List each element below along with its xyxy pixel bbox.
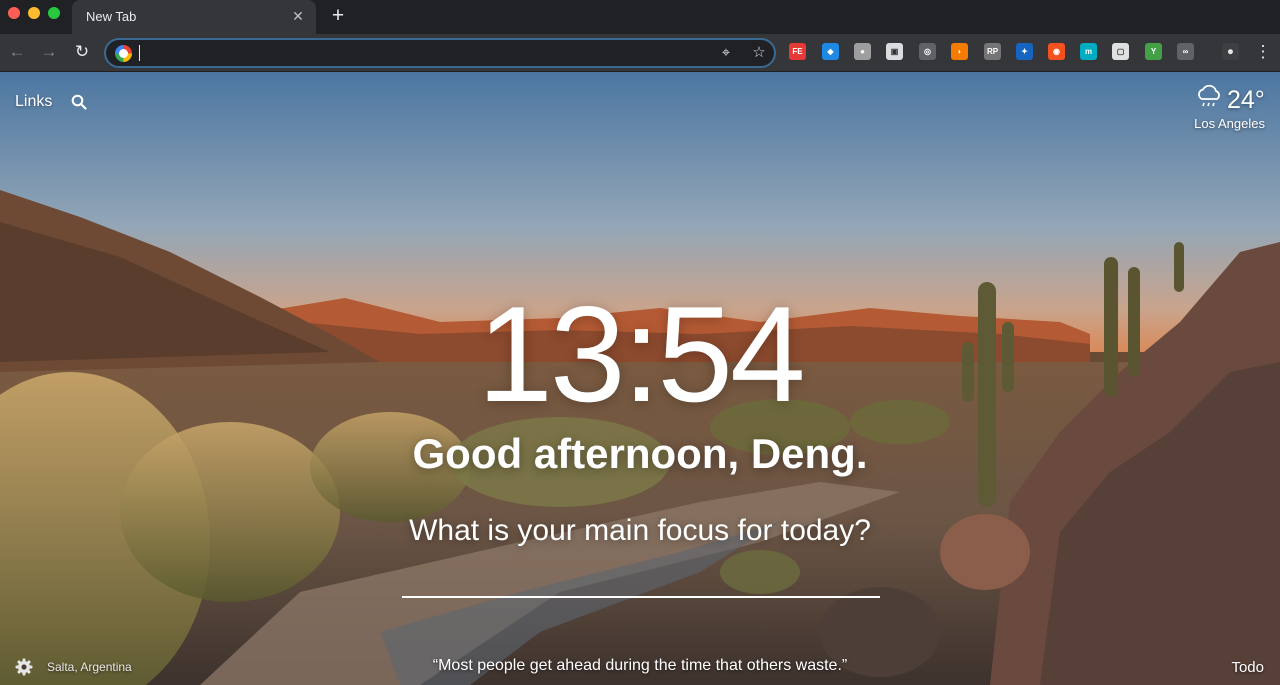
blue-bird-extension-icon[interactable]: ✦ [1016, 43, 1033, 60]
clock-time: 13:54 [477, 278, 805, 430]
tab-title: New Tab [86, 9, 137, 24]
new-tab-button[interactable]: + [328, 5, 348, 27]
search-icon[interactable] [71, 94, 87, 110]
chrome-menu-icon[interactable]: ⋮ [1253, 42, 1273, 62]
focus-question: What is your main focus for today? [409, 514, 871, 547]
back-button[interactable]: ← [7, 42, 27, 62]
bookmark-star-icon[interactable]: ☆ [749, 43, 769, 63]
reload-button[interactable]: ↻ [72, 42, 92, 62]
profile-avatar-icon[interactable]: ☻ [1222, 43, 1239, 60]
fe-extension-icon[interactable]: FE [789, 43, 806, 60]
greeting-text: Good afternoon, Deng. [412, 430, 868, 477]
tab-new-tab[interactable]: New Tab ✕ [72, 0, 316, 34]
orange-circle-extension-icon[interactable]: ◉ [1048, 43, 1065, 60]
rain-cloud-icon[interactable] [1195, 84, 1223, 112]
maximize-window-button[interactable] [48, 7, 60, 19]
grey-box-extension-icon[interactable]: ◎ [919, 43, 936, 60]
weather-temperature[interactable]: 24° [1227, 86, 1265, 115]
todo-button[interactable]: Todo [1231, 659, 1264, 676]
close-window-button[interactable] [8, 7, 20, 19]
orange-extension-icon[interactable]: ◗ [951, 43, 968, 60]
green-extension-icon[interactable]: Y [1145, 43, 1162, 60]
daily-quote[interactable]: “Most people get ahead during the time t… [0, 657, 1280, 675]
rp-extension-icon[interactable]: RP [984, 43, 1001, 60]
white-box-extension-icon[interactable]: ▢ [1112, 43, 1129, 60]
teal-extension-icon[interactable]: m [1080, 43, 1097, 60]
diamond-extension-icon[interactable]: ◆ [822, 43, 839, 60]
text-caret [139, 45, 140, 61]
minimize-window-button[interactable] [28, 7, 40, 19]
tab-close-icon[interactable]: ✕ [290, 8, 306, 24]
focus-input[interactable] [402, 562, 880, 598]
browser-toolbar: ← → ↻ ⌖ ☆ FE ◆ ● ▣ ◎ ◗ RP ✦ ◉ m ▢ Y ∞ ☻ ⋮ [0, 34, 1280, 72]
address-input[interactable] [138, 43, 698, 63]
address-bar[interactable]: ⌖ ☆ [104, 38, 776, 68]
momentum-dashboard: Links 24° Los Angeles 13:54 Good afterno… [0, 72, 1280, 685]
glasses-extension-icon[interactable]: ∞ [1177, 43, 1194, 60]
links-button[interactable]: Links [15, 93, 52, 111]
gray-extension-icon[interactable]: ● [854, 43, 871, 60]
tab-strip: New Tab ✕ + [0, 0, 1280, 34]
weather-location: Los Angeles [1194, 116, 1265, 131]
forward-button[interactable]: → [39, 42, 59, 62]
google-icon [115, 45, 132, 62]
document-extension-icon[interactable]: ▣ [886, 43, 903, 60]
lens-icon[interactable]: ⌖ [716, 43, 736, 63]
